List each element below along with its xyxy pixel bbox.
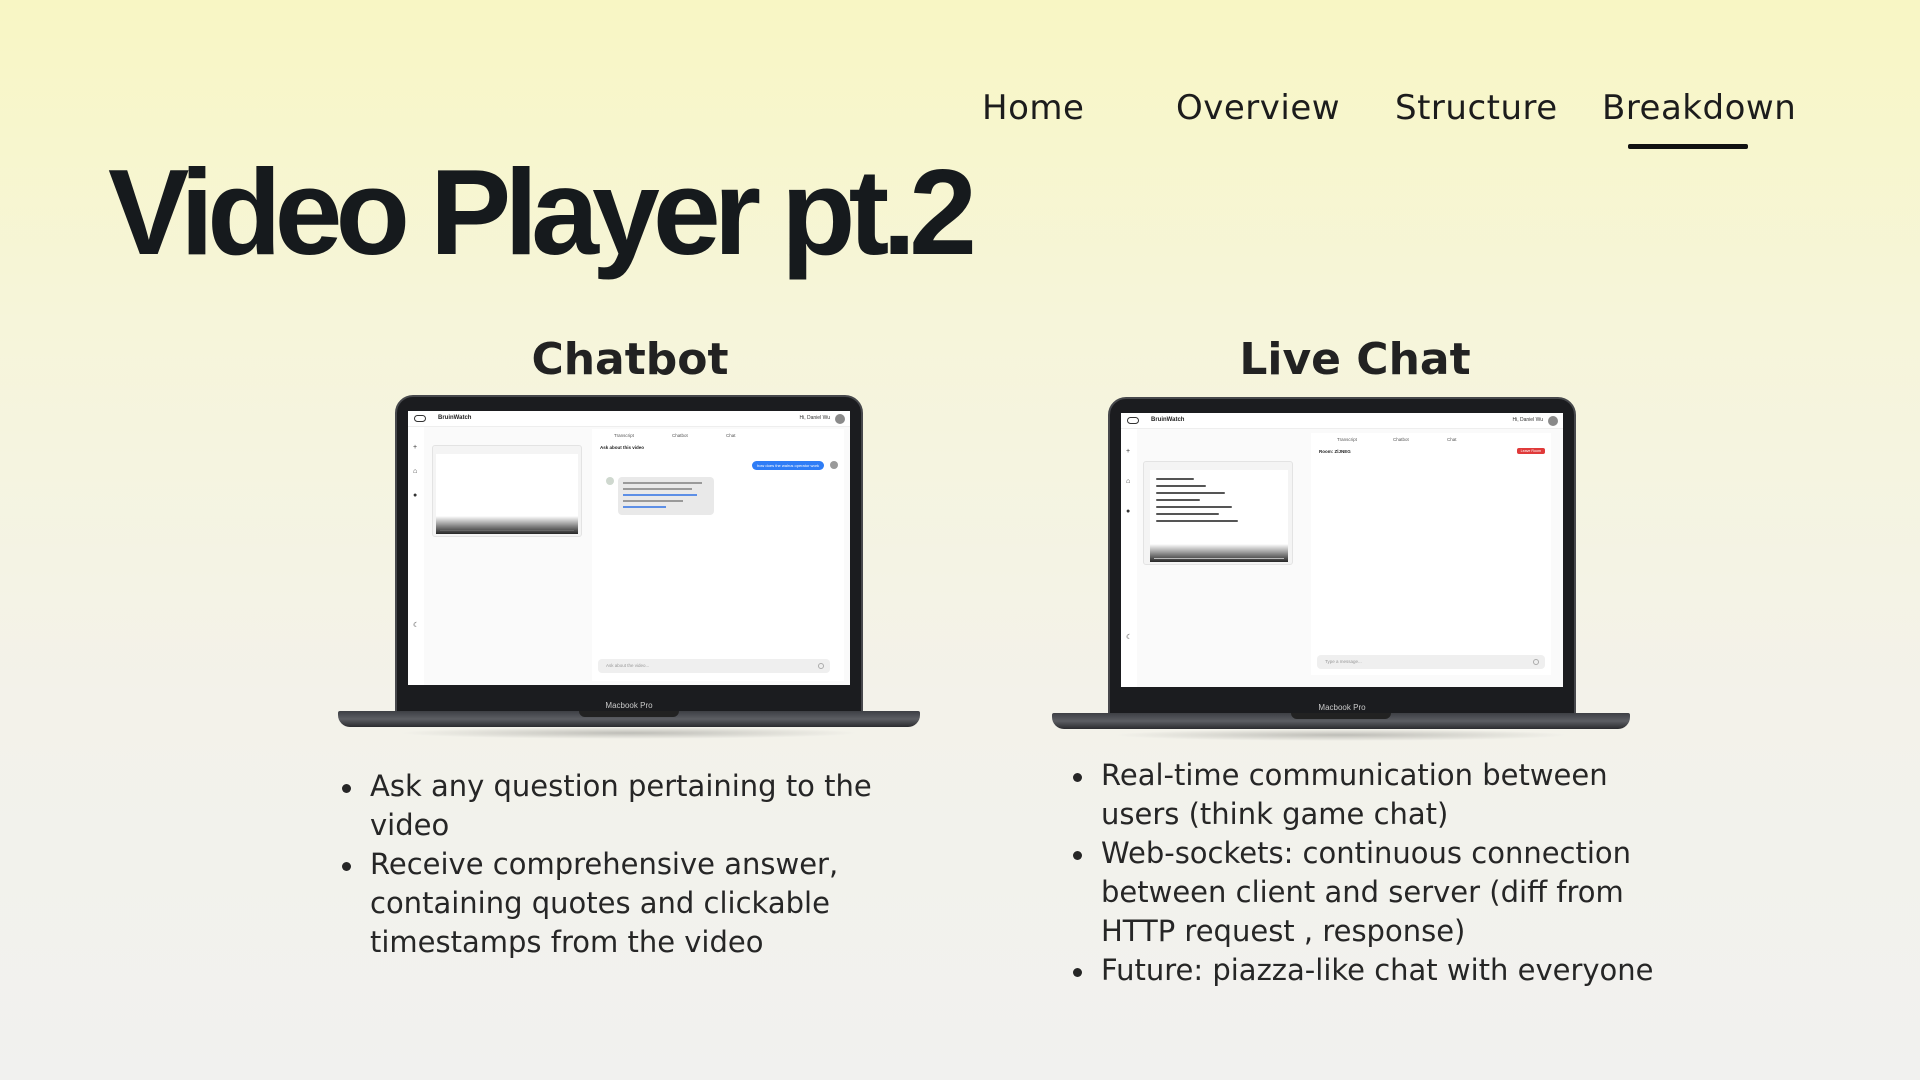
- tab-transcript: Transcript: [1337, 437, 1357, 442]
- bot-answer-bubble: [618, 477, 714, 515]
- video-controls: [436, 516, 578, 534]
- app-name: BruinWatch: [1151, 417, 1185, 423]
- avatar: [830, 461, 838, 469]
- room-label: Room: ZlJNEG: [1319, 449, 1351, 454]
- video-controls: [1150, 544, 1288, 562]
- bot-text-line: [623, 488, 692, 490]
- code-line: [1156, 520, 1238, 522]
- list-item: Real-time communication between users (t…: [1069, 756, 1679, 834]
- device-label: Macbook Pro: [605, 701, 653, 710]
- app-user-greeting: Hi, Daniel Wu: [1512, 417, 1543, 423]
- laptop-notch: [579, 711, 679, 717]
- video-progress-bar: [440, 529, 574, 531]
- app-name: BruinWatch: [438, 415, 472, 421]
- bot-text-line: [623, 482, 703, 484]
- plus-icon: +: [413, 444, 418, 451]
- home-icon: ⌂: [1126, 478, 1131, 485]
- tab-transcript: Transcript: [614, 433, 634, 438]
- plus-icon: +: [1126, 448, 1131, 455]
- laptop-shadow: [1112, 729, 1570, 741]
- top-nav: Home Overview Structure Breakdown: [0, 88, 1920, 149]
- nav-overview-link[interactable]: Overview: [1176, 88, 1340, 128]
- video-player: [1150, 470, 1288, 562]
- message-input: Type a message...: [1317, 655, 1545, 669]
- livechat-screenshot: BruinWatch Hi, Daniel Wu + ⌂ ● ☾ Transcr…: [1121, 413, 1563, 687]
- app-header: BruinWatch Hi, Daniel Wu: [1121, 413, 1563, 429]
- chatbot-laptop-mockup: BruinWatch Hi, Daniel Wu + ⌂ ● ☾ Transcr…: [338, 395, 920, 739]
- chatbot-screenshot: BruinWatch Hi, Daniel Wu + ⌂ ● ☾ Transcr…: [408, 411, 850, 685]
- chatbot-panel: Transcript Chatbot Chat Ask about this v…: [592, 429, 844, 681]
- laptop-notch: [1291, 713, 1391, 719]
- user-icon: ●: [1126, 508, 1131, 515]
- app-header: BruinWatch Hi, Daniel Wu: [408, 411, 850, 427]
- page-title: Video Player pt.2: [108, 144, 977, 280]
- bot-timestamp-line: [623, 506, 666, 508]
- nav-structure-link[interactable]: Structure: [1395, 88, 1558, 128]
- laptop-shadow: [398, 727, 860, 739]
- tab-chat: Chat: [726, 433, 736, 438]
- video-card: [432, 445, 582, 537]
- bruinwatch-logo-icon: [414, 415, 426, 422]
- panel-title: Ask about this video: [600, 445, 645, 450]
- livechat-heading: Live Chat: [1239, 334, 1471, 385]
- list-item: Web-sockets: continuous connection betwe…: [1069, 834, 1679, 951]
- app-sidebar: + ⌂ ● ☾: [408, 427, 424, 685]
- moon-icon: ☾: [413, 622, 420, 629]
- livechat-bullet-list: Real-time communication between users (t…: [1069, 756, 1679, 990]
- device-label: Macbook Pro: [1318, 703, 1366, 712]
- home-icon: ⌂: [413, 468, 418, 475]
- chatbot-bullet-list: Ask any question pertaining to the video…: [338, 767, 878, 962]
- code-line: [1156, 513, 1219, 515]
- code-line: [1156, 506, 1232, 508]
- video-card: [1143, 461, 1293, 565]
- send-icon: [818, 663, 824, 669]
- bot-text-line: [623, 500, 684, 502]
- user-icon: ●: [413, 492, 418, 499]
- tab-chatbot: Chatbot: [1393, 437, 1409, 442]
- laptop-lid: BruinWatch Hi, Daniel Wu + ⌂ ● ☾ Transcr…: [395, 395, 863, 713]
- panel-tabs: Transcript Chatbot Chat: [1311, 435, 1551, 445]
- bot-avatar-icon: [606, 477, 614, 485]
- nav-breakdown-link[interactable]: Breakdown: [1602, 88, 1796, 128]
- livechat-panel: Transcript Chatbot Chat Room: ZlJNEG Lea…: [1311, 433, 1551, 675]
- app-user-greeting: Hi, Daniel Wu: [799, 415, 830, 421]
- list-item: Ask any question pertaining to the video: [338, 767, 878, 845]
- app-sidebar: + ⌂ ● ☾: [1121, 429, 1137, 687]
- laptop-base: [338, 711, 920, 727]
- active-nav-underline: [1628, 144, 1748, 149]
- panel-tabs: Transcript Chatbot Chat: [592, 431, 844, 441]
- avatar: [1548, 416, 1558, 426]
- moon-icon: ☾: [1126, 634, 1133, 641]
- nav-home-link[interactable]: Home: [982, 88, 1084, 128]
- laptop-base: [1052, 713, 1630, 729]
- video-player: [436, 454, 578, 534]
- code-line: [1156, 485, 1207, 487]
- user-message-bubble: how does the walrus operator work: [751, 461, 824, 470]
- tab-chat: Chat: [1447, 437, 1457, 442]
- chatbot-heading: Chatbot: [531, 334, 729, 385]
- livechat-laptop-mockup: BruinWatch Hi, Daniel Wu + ⌂ ● ☾ Transcr…: [1052, 397, 1630, 741]
- code-line: [1156, 499, 1201, 501]
- list-item: Receive comprehensive answer, containing…: [338, 845, 878, 962]
- bot-timestamp-line: [623, 494, 697, 496]
- chatbot-input: Ask about the video...: [598, 659, 830, 673]
- avatar: [835, 414, 845, 424]
- tab-chatbot: Chatbot: [672, 433, 688, 438]
- bruinwatch-logo-icon: [1127, 417, 1139, 424]
- code-line: [1156, 492, 1226, 494]
- code-line: [1156, 478, 1194, 480]
- leave-room-button: Leave Room: [1516, 448, 1545, 454]
- send-icon: [1533, 659, 1539, 665]
- laptop-lid: BruinWatch Hi, Daniel Wu + ⌂ ● ☾ Transcr…: [1108, 397, 1576, 715]
- list-item: Future: piazza-like chat with everyone: [1069, 951, 1679, 990]
- video-progress-bar: [1154, 557, 1284, 559]
- code-preview: [1156, 478, 1282, 527]
